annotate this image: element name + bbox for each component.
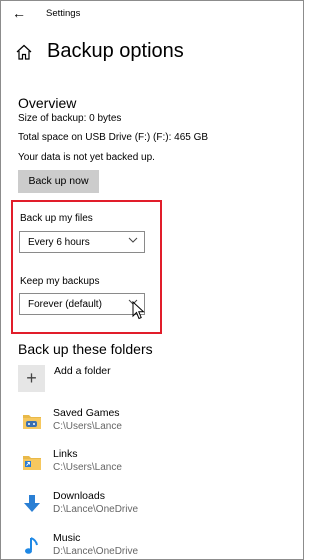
backup-size-text: Size of backup: 0 bytes — [18, 113, 122, 124]
mouse-pointer-icon — [132, 301, 145, 320]
folder-item-links[interactable]: Links C:\Users\Lance — [22, 448, 262, 484]
folder-name: Links — [53, 448, 78, 460]
folder-item-downloads[interactable]: Downloads D:\Lance\OneDrive — [22, 490, 262, 526]
backup-frequency-value: Every 6 hours — [28, 237, 90, 248]
backup-frequency-select[interactable]: Every 6 hours — [19, 231, 145, 253]
page-title: Backup options — [47, 40, 184, 62]
back-arrow-icon[interactable]: ← — [9, 3, 29, 23]
music-icon — [25, 537, 38, 554]
folder-name: Downloads — [53, 490, 105, 502]
folder-item-music[interactable]: Music D:\Lance\OneDrive — [22, 532, 262, 559]
backup-frequency-label: Back up my files — [20, 213, 93, 224]
downloads-icon — [24, 495, 40, 512]
keep-backups-label: Keep my backups — [20, 276, 100, 287]
plus-icon: + — [26, 368, 37, 388]
total-space-text: Total space on USB Drive (F:) (F:): 465 … — [18, 132, 209, 143]
folders-heading: Back up these folders — [18, 341, 153, 357]
folder-name: Music — [53, 532, 81, 544]
home-icon — [16, 44, 32, 60]
folder-item-saved-games[interactable]: Saved Games C:\Users\Lance — [22, 407, 262, 443]
folder-path: C:\Users\Lance — [53, 421, 122, 432]
folder-name: Saved Games — [53, 407, 120, 419]
chevron-down-icon — [128, 237, 138, 243]
folder-path: D:\Lance\OneDrive — [53, 546, 139, 557]
window-title: Settings — [46, 8, 81, 19]
keep-backups-value: Forever (default) — [28, 299, 102, 310]
keep-backups-select[interactable]: Forever (default) — [19, 293, 145, 315]
folder-path: D:\Lance\OneDrive — [53, 504, 139, 515]
add-folder-label[interactable]: Add a folder — [54, 365, 111, 377]
links-folder-icon — [23, 456, 41, 470]
back-up-now-button[interactable]: Back up now — [18, 170, 99, 193]
title-bar: ← Settings — [1, 1, 303, 27]
saved-games-folder-icon — [23, 415, 41, 429]
add-folder-button[interactable]: + — [18, 365, 45, 392]
folder-path: C:\Users\Lance — [53, 462, 122, 473]
settings-window: ← Settings Backup options Overview Size … — [0, 0, 304, 560]
overview-heading: Overview — [18, 95, 77, 111]
backup-status-text: Your data is not yet backed up. — [18, 152, 155, 163]
